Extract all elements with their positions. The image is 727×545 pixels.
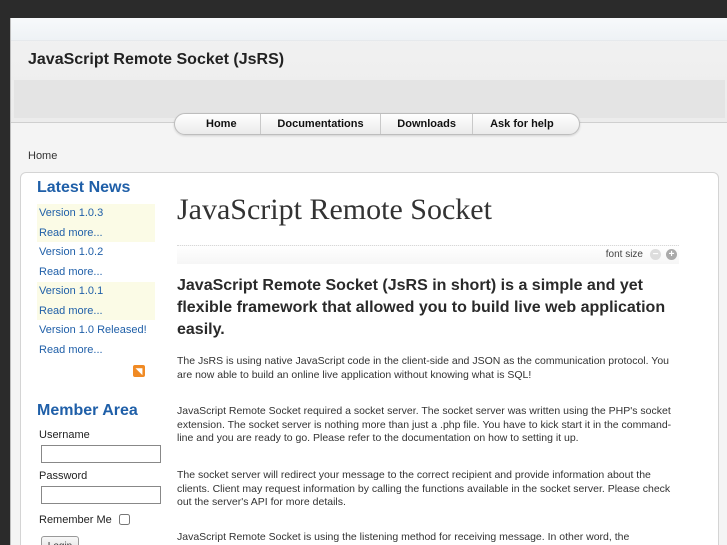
article-paragraph: JavaScript Remote Socket is using the li… (177, 531, 630, 543)
news-item: Version 1.0.2 Read more... (37, 243, 155, 281)
password-label: Password (39, 470, 88, 482)
nav-item-downloads[interactable]: Downloads (381, 114, 473, 134)
password-input[interactable] (41, 486, 161, 504)
breadcrumb: Home (28, 150, 58, 162)
read-more-link[interactable]: Read more... (39, 305, 103, 317)
article-title: JavaScript Remote Socket (177, 193, 492, 226)
article-lead: JavaScript Remote Socket (JsRS in short)… (177, 277, 666, 338)
news-title-link[interactable]: Version 1.0.3 (39, 207, 103, 219)
latest-news-heading: Latest News (37, 179, 131, 196)
font-size-label: font size (605, 249, 643, 260)
username-label: Username (39, 429, 90, 441)
article-paragraph: JavaScript Remote Socket required a sock… (177, 405, 672, 445)
member-area-heading: Member Area (37, 402, 138, 419)
nav-item-home[interactable]: Home (183, 114, 261, 134)
article-paragraph: The socket server will redirect your mes… (177, 469, 671, 509)
username-input[interactable] (41, 445, 161, 463)
read-more-link[interactable]: Read more... (39, 227, 103, 239)
main-nav: Home Documentations Downloads Ask for he… (174, 113, 580, 135)
content-panel: Latest News Version 1.0.3 Read more... V… (20, 172, 719, 545)
nav-item-documentations[interactable]: Documentations (261, 114, 382, 134)
nav-item-ask-for-help[interactable]: Ask for help (473, 114, 571, 134)
news-item: Version 1.0.3 Read more... (37, 204, 155, 242)
news-item: Version 1.0.1 Read more... (37, 282, 155, 320)
read-more-link[interactable]: Read more... (39, 344, 103, 356)
news-item: Version 1.0 Released! Read more... (37, 321, 155, 359)
font-decrease-icon[interactable]: − (650, 249, 661, 260)
header-band: JavaScript Remote Socket (JsRS) (11, 18, 727, 123)
news-title-link[interactable]: Version 1.0.1 (39, 285, 103, 297)
news-title-link[interactable]: Version 1.0.2 (39, 246, 103, 258)
remember-me-label: Remember Me (39, 514, 112, 526)
site-title: JavaScript Remote Socket (JsRS) (28, 51, 285, 68)
news-title-link[interactable]: Version 1.0 Released! (39, 324, 147, 336)
page: JavaScript Remote Socket (JsRS) Home Doc… (10, 18, 727, 545)
main-article: JavaScript Remote Socket font size − + J… (177, 173, 707, 545)
remember-me-checkbox[interactable] (119, 514, 130, 525)
read-more-link[interactable]: Read more... (39, 266, 103, 278)
rss-feed-icon[interactable]: ◥ (133, 365, 145, 377)
sidebar: Latest News Version 1.0.3 Read more... V… (21, 173, 166, 545)
article-tools-bar: font size − + (177, 245, 679, 264)
article-paragraph: The JsRS is using native JavaScript code… (177, 355, 670, 381)
header-top-strip (11, 18, 727, 41)
font-increase-icon[interactable]: + (666, 249, 677, 260)
login-button[interactable]: Login (41, 536, 79, 545)
